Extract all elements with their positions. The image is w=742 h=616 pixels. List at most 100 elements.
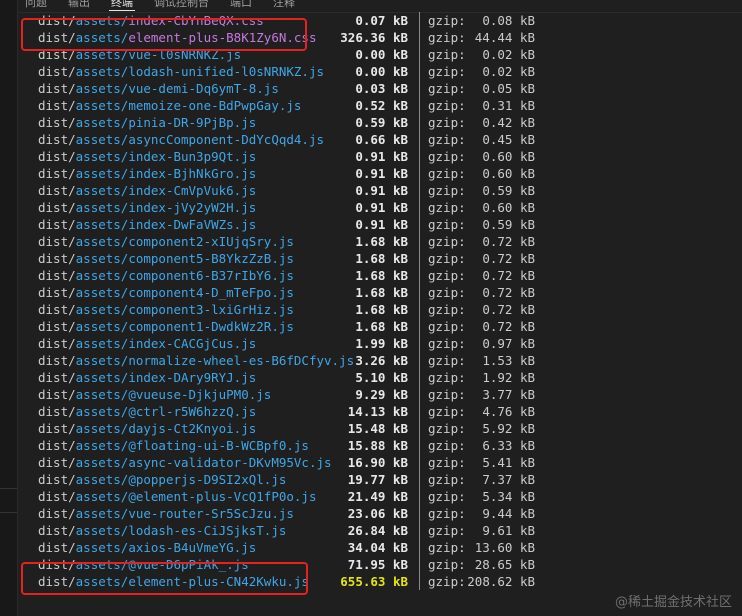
file-name: component3-lxiGrHiz.js (128, 302, 294, 317)
column-separator (419, 250, 420, 267)
assets-dir: assets/ (75, 336, 129, 351)
build-output-row: dist/assets/lodash-es-CiJSjksT.js 26.84 k… (38, 522, 742, 539)
tab-problems[interactable]: 问题 (17, 0, 60, 8)
gzip-size: 5.41 kB (482, 455, 535, 470)
dist-dir: dist/ (38, 574, 76, 589)
file-path: dist/assets/index-DAry9RYJ.js (38, 369, 256, 386)
gzip-size: 44.44 kB (474, 30, 535, 45)
file-path: dist/assets/index-jVy2yW2H.js (38, 199, 256, 216)
file-name: index-Bun3p9Qt.js (128, 149, 257, 164)
assets-dir: assets/ (75, 251, 129, 266)
gzip-size: 0.59 kB (482, 217, 535, 232)
assets-dir: assets/ (75, 540, 129, 555)
gzip-size: 0.59 kB (482, 183, 535, 198)
side-strip (0, 0, 18, 616)
gzip-size: 3.77 kB (482, 387, 535, 402)
column-separator (419, 369, 420, 386)
column-separator (419, 556, 420, 573)
file-size: 15.48 kB (347, 421, 408, 436)
file-size: 0.03 kB (355, 81, 408, 96)
column-separator (419, 216, 420, 233)
tab-comments[interactable]: 注释 (265, 0, 308, 8)
tab-ports[interactable]: 端口 (222, 0, 265, 8)
file-path: dist/assets/component3-lxiGrHiz.js (38, 301, 294, 318)
build-output-row: dist/assets/index-jVy2yW2H.js 0.91 kB gzip… (38, 199, 742, 216)
assets-dir: assets/ (75, 523, 129, 538)
file-path: dist/assets/index-CACGjCus.js (38, 335, 256, 352)
dist-dir: dist/ (38, 64, 76, 79)
assets-dir: assets/ (75, 200, 129, 215)
file-size: 326.36 kB (340, 30, 408, 45)
dist-dir: dist/ (38, 455, 76, 470)
dist-dir: dist/ (38, 251, 76, 266)
file-name: index-CbYnBeQX.css (128, 13, 264, 28)
file-name: async-validator-DKvM95Vc.js (128, 455, 332, 470)
gzip-size: 1.92 kB (482, 370, 535, 385)
dist-dir: dist/ (38, 472, 76, 487)
file-size: 1.68 kB (355, 302, 408, 317)
gzip-size: 0.08 kB (482, 13, 535, 28)
build-output-row: dist/assets/normalize-wheel-es-B6fDCfyv.… (38, 352, 742, 369)
build-output-row: dist/assets/component1-DwdkWz2R.js 1.68 k… (38, 318, 742, 335)
terminal-output[interactable]: dist/assets/index-CbYnBeQX.css 0.07 kB gzi… (21, 12, 742, 595)
gzip-size: 0.05 kB (482, 81, 535, 96)
file-size: 21.49 kB (347, 489, 408, 504)
assets-dir: assets/ (75, 234, 129, 249)
tab-debug-console[interactable]: 调试控制台 (146, 0, 222, 8)
file-size: 71.95 kB (347, 557, 408, 572)
file-size: 1.68 kB (355, 268, 408, 283)
watermark: @稀土掘金技术社区 (614, 595, 732, 610)
column-separator (419, 318, 420, 335)
gzip-size: 0.02 kB (482, 64, 535, 79)
build-output-row: dist/assets/@ctrl-r5W6hzzQ.js 14.13 kB gzi… (38, 403, 742, 420)
file-path: dist/assets/normalize-wheel-es-B6fDCfyv.… (38, 352, 354, 369)
column-separator (419, 46, 420, 63)
build-output-row: dist/assets/component2-xIUjqSry.js 1.68 k… (38, 233, 742, 250)
file-size: 23.06 kB (347, 506, 408, 521)
file-size: 655.63 kB (340, 574, 408, 589)
dist-dir: dist/ (38, 234, 76, 249)
column-separator (419, 522, 420, 539)
file-size: 26.84 kB (347, 523, 408, 538)
assets-dir: assets/ (75, 421, 129, 436)
build-output-row: dist/assets/component4-D_mTeFpo.js 1.68 k… (38, 284, 742, 301)
dist-dir: dist/ (38, 557, 76, 572)
build-output-row: dist/assets/asyncComponent-DdYcQqd4.js 0.… (38, 131, 742, 148)
gzip-size: 6.33 kB (482, 438, 535, 453)
file-path: dist/assets/@ctrl-r5W6hzzQ.js (38, 403, 256, 420)
gzip-size: 4.76 kB (482, 404, 535, 419)
build-output-row: dist/assets/pinia-DR-9PjBp.js 0.59 kB gzip… (38, 114, 742, 131)
dist-dir: dist/ (38, 183, 76, 198)
tab-terminal[interactable]: 终端 (103, 0, 146, 11)
build-output-row: dist/assets/index-CmVpVuk6.js 0.91 kB gzip… (38, 182, 742, 199)
gzip-size: 0.42 kB (482, 115, 535, 130)
dist-dir: dist/ (38, 506, 76, 521)
file-size: 19.77 kB (347, 472, 408, 487)
assets-dir: assets/ (75, 285, 129, 300)
column-separator (419, 335, 420, 352)
column-separator (419, 386, 420, 403)
build-output-row: dist/assets/index-CACGjCus.js 1.99 kB gzip… (38, 335, 742, 352)
file-size: 1.99 kB (355, 336, 408, 351)
assets-dir: assets/ (75, 557, 129, 572)
assets-dir: assets/ (75, 319, 129, 334)
dist-dir: dist/ (38, 30, 76, 45)
file-path: dist/assets/memoize-one-BdPwpGay.js (38, 97, 301, 114)
dist-dir: dist/ (38, 98, 76, 113)
assets-dir: assets/ (75, 47, 129, 62)
file-size: 14.13 kB (347, 404, 408, 419)
file-name: @vueuse-DjkjuPM0.js (128, 387, 272, 402)
file-name: lodash-es-CiJSjksT.js (128, 523, 287, 538)
column-separator (419, 97, 420, 114)
gzip-size: 208.62 kB (467, 574, 535, 589)
file-path: dist/assets/element-plus-B8K1Zy6N.css (38, 29, 316, 46)
assets-dir: assets/ (75, 438, 129, 453)
column-separator (419, 80, 420, 97)
file-name: asyncComponent-DdYcQqd4.js (128, 132, 324, 147)
column-separator (419, 352, 420, 369)
file-path: dist/assets/@vue-D6pPiAk_.js (38, 556, 249, 573)
tab-output[interactable]: 输出 (60, 0, 103, 8)
file-name: index-DwFaVWZs.js (128, 217, 257, 232)
file-name: element-plus-CN42Kwku.js (128, 574, 309, 589)
gzip-size: 0.72 kB (482, 319, 535, 334)
